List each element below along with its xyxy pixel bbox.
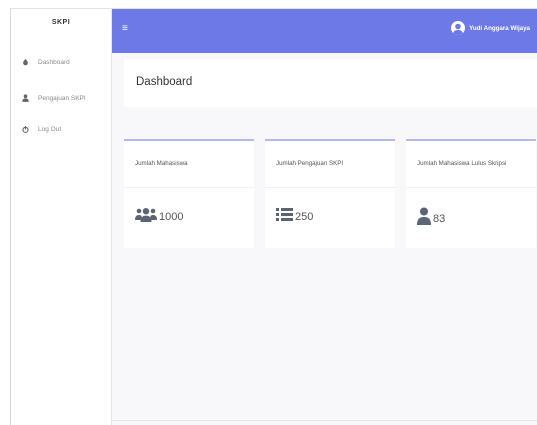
avatar (451, 21, 466, 35)
power-icon (21, 126, 29, 133)
stat-card-pengajuan: Jumlah Pengajuan SKPI 250 (265, 139, 395, 248)
dashboard-icon (21, 59, 29, 66)
user-icon (417, 207, 431, 230)
stat-value: 83 (433, 212, 446, 225)
brand-title: SKPI (51, 19, 71, 26)
sidebar-item-dashboard[interactable]: Dashboard (21, 59, 70, 66)
top-navbar: ≡ Yudi Anggara Wijaya (112, 9, 537, 53)
divider (265, 187, 395, 188)
divider (124, 187, 254, 188)
user-icon (21, 94, 29, 102)
stat-label: Jumlah Pengajuan SKPI (276, 160, 344, 167)
stat-value: 1000 (159, 211, 184, 223)
menu-toggle-button[interactable]: ≡ (122, 23, 128, 34)
main-content: Dashboard Jumlah Mahasiswa 1000 Jumlah P… (112, 53, 537, 425)
stat-card-lulus-skripsi: Jumlah Mahasiswa Lulus Skripsi 83 (406, 139, 536, 248)
list-icon (276, 207, 293, 227)
sidebar-item-label: Pengajuan SKPI (38, 94, 86, 102)
user-name: Yudi Anggara Wijaya (469, 24, 530, 32)
sidebar: SKPI Dashboard Pengajuan SKPI Log Out (11, 9, 112, 425)
sidebar-item-label: Dashboard (38, 59, 70, 66)
stat-label: Jumlah Mahasiswa Lulus Skripsi (417, 160, 507, 167)
page-title: Dashboard (136, 76, 193, 88)
stat-value: 250 (295, 211, 314, 223)
users-icon (135, 207, 157, 227)
sidebar-item-pengajuan-skpi[interactable]: Pengajuan SKPI (21, 94, 86, 102)
divider (406, 187, 536, 188)
stat-card-mahasiswa: Jumlah Mahasiswa 1000 (124, 139, 254, 248)
user-menu[interactable]: Yudi Anggara Wijaya (451, 21, 530, 35)
page-header-card: Dashboard (124, 59, 537, 107)
footer-divider (112, 420, 537, 421)
sidebar-item-label: Log Out (38, 126, 62, 133)
app-window: SKPI Dashboard Pengajuan SKPI Log Out ≡ (10, 8, 537, 425)
sidebar-item-log-out[interactable]: Log Out (21, 126, 61, 133)
hamburger-icon: ≡ (122, 23, 128, 34)
stat-label: Jumlah Mahasiswa (135, 160, 188, 167)
